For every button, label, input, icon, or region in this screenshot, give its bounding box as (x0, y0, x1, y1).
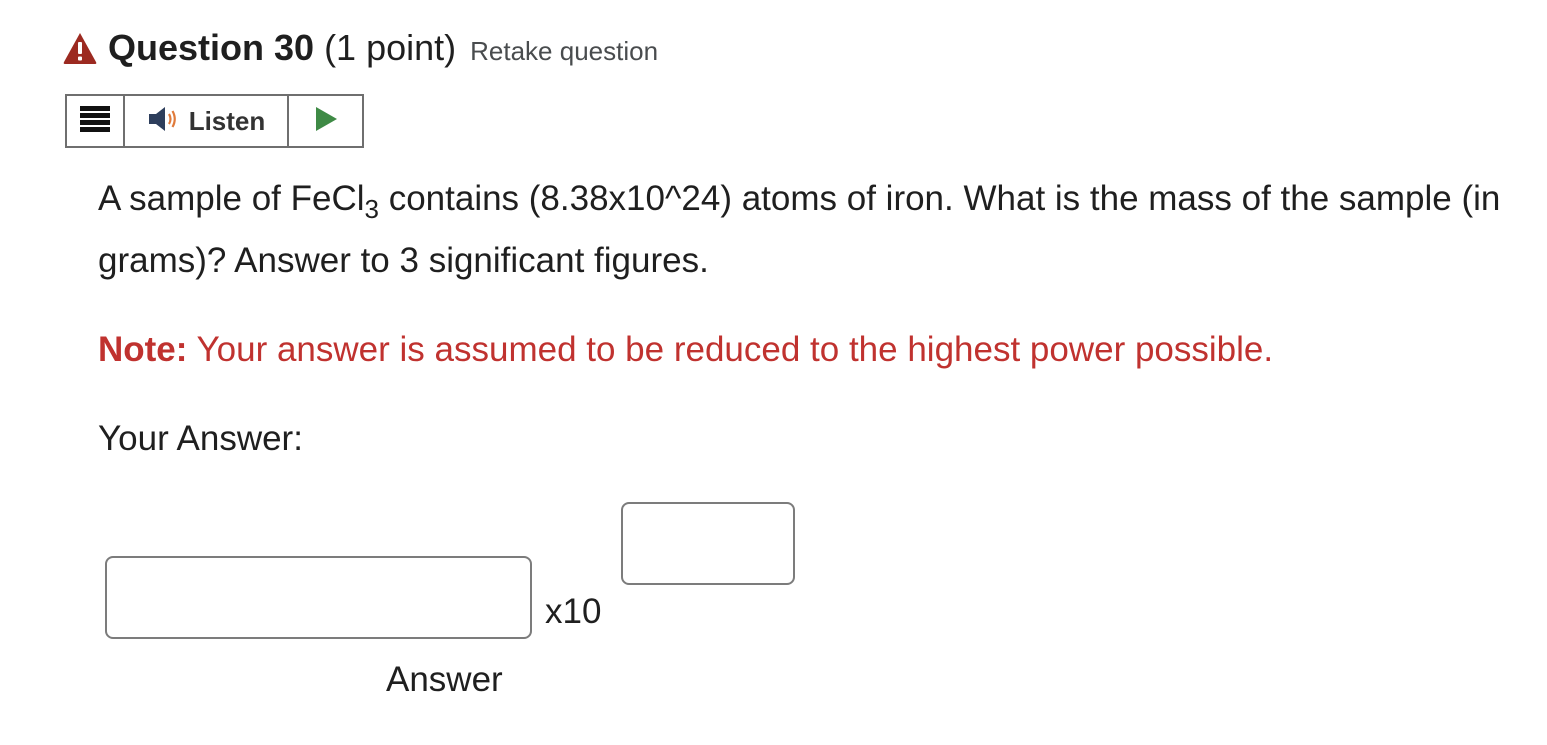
question-text-part-1: A sample of FeCl (98, 179, 365, 218)
question-title: Question 30 (108, 27, 315, 68)
answer-caption: Answer (386, 660, 503, 699)
retake-question-link[interactable]: Retake question (470, 30, 658, 67)
answer-exponent-input[interactable] (621, 502, 795, 585)
times-ten-label: x10 (545, 592, 602, 631)
your-answer-label: Your Answer: (98, 419, 303, 458)
answer-note: Note: Your answer is assumed to be reduc… (98, 322, 1273, 378)
question-text: A sample of FeCl3 contains (8.38x10^24) … (98, 168, 1518, 292)
read-aloud-toolbar: Listen (65, 94, 364, 148)
question-points: (1 point) (324, 27, 457, 68)
speaker-icon (147, 105, 181, 138)
listen-label: Listen (188, 105, 266, 136)
note-label: Note: (98, 330, 188, 369)
formula-subscript: 3 (364, 194, 379, 224)
hamburger-menu-icon (80, 105, 110, 137)
question-header: Question 30 (1 point) Retake question (62, 22, 658, 74)
listen-button[interactable]: Listen (125, 96, 289, 146)
note-text: Your answer is assumed to be reduced to … (187, 330, 1274, 369)
answer-coefficient-input[interactable] (105, 556, 532, 639)
toolbar-menu-button[interactable] (67, 96, 125, 146)
warning-triangle-icon (62, 31, 98, 65)
play-button[interactable] (289, 96, 362, 146)
play-icon (314, 106, 338, 137)
